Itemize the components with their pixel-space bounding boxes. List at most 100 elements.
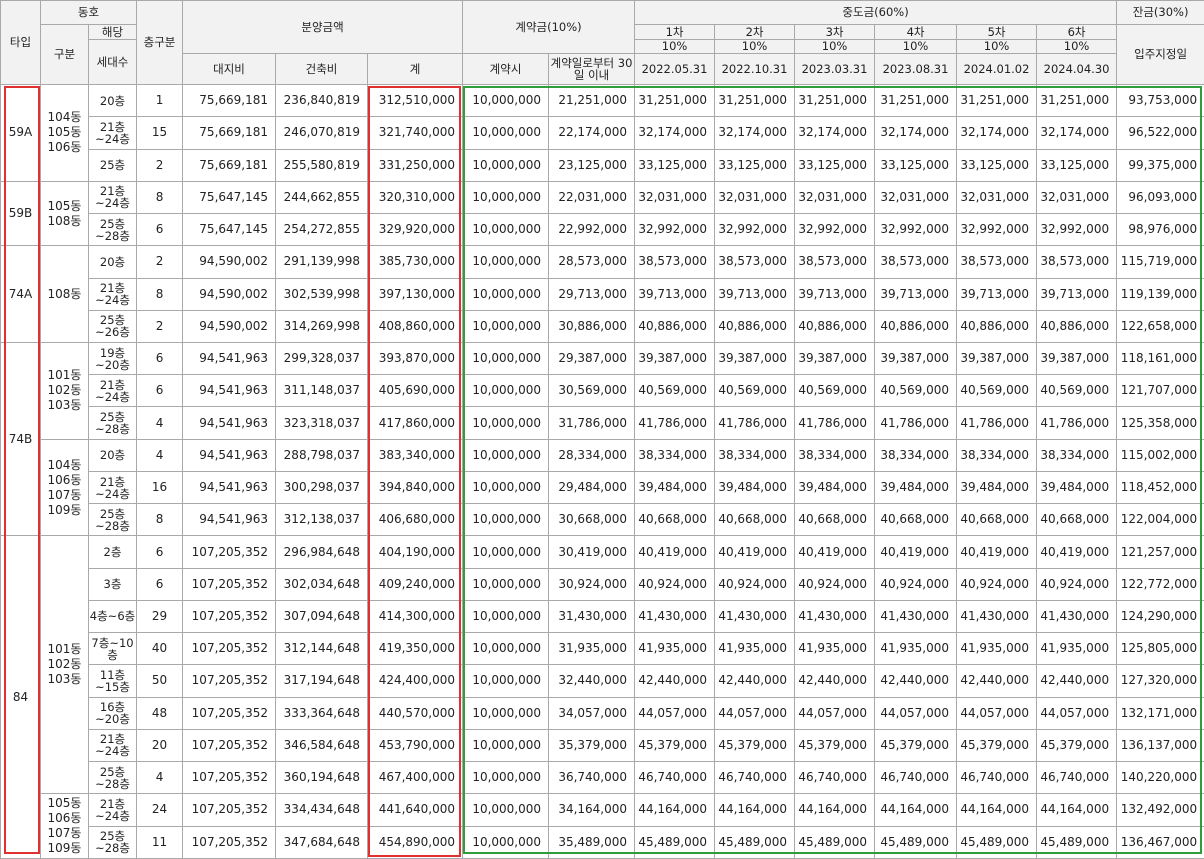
balance-cell: 136,137,000 (1116, 728, 1204, 763)
units-cell: 6 (136, 567, 184, 601)
table-row: 11층~15층 50 107,205,352 317,194,648 424,400,0… (1, 664, 1204, 698)
units-cell: 1 (136, 84, 184, 118)
interim-round-4-cell: 32,174,000 (874, 116, 958, 150)
units-cell: 2 (136, 245, 184, 279)
header-round-5-label: 5차 (956, 24, 1038, 41)
building-price-cell: 246,070,819 (275, 116, 369, 150)
header-building: 건축비 (275, 53, 369, 86)
interim-round-6-cell: 38,334,000 (1036, 438, 1118, 472)
deposit-at-contract-cell: 10,000,000 (462, 84, 550, 118)
building-price-cell: 347,684,648 (275, 825, 369, 859)
deposit-within-30-cell: 28,334,000 (548, 438, 636, 472)
table-row: 25층~28층 6 75,647,145 254,272,855 329,920,000… (1, 213, 1204, 247)
floor-cell: 20층 (87, 438, 138, 472)
interim-round-6-cell: 45,379,000 (1036, 728, 1118, 763)
interim-round-5-cell: 39,387,000 (956, 341, 1038, 376)
balance-cell: 122,658,000 (1116, 309, 1204, 343)
table-row: 21층~24층 16 94,541,963 300,298,037 394,840,00… (1, 470, 1204, 505)
deposit-at-contract-cell: 10,000,000 (462, 374, 550, 408)
building-price-cell: 360,194,648 (275, 761, 369, 795)
interim-round-2-cell: 38,573,000 (714, 245, 796, 279)
total-price-cell: 454,890,000 (367, 825, 464, 859)
deposit-within-30-cell: 30,886,000 (548, 309, 636, 343)
floor-cell: 25층~28층 (87, 503, 138, 537)
total-price-cell: 467,400,000 (367, 761, 464, 795)
interim-round-4-cell: 46,740,000 (874, 761, 958, 795)
sale-price-table: 타입 동호 층구분 분양금액 계약금(10%) 중도금(60%) 잔금(30%)… (0, 0, 1204, 859)
table-row: 25층~28층 4 107,205,352 360,194,648 467,400,00… (1, 761, 1204, 795)
balance-cell: 115,719,000 (1116, 245, 1204, 279)
land-price-cell: 94,590,002 (182, 277, 277, 311)
interim-round-2-cell: 40,419,000 (714, 535, 796, 569)
interim-round-2-cell: 40,569,000 (714, 374, 796, 408)
floor-cell: 21층~24층 (87, 793, 138, 827)
balance-cell: 98,976,000 (1116, 213, 1204, 247)
interim-round-5-cell: 33,125,000 (956, 148, 1038, 182)
table-row: 25층~28층 8 94,541,963 312,138,037 406,680,000… (1, 503, 1204, 537)
balance-cell: 118,452,000 (1116, 470, 1204, 505)
deposit-within-30-cell: 34,164,000 (548, 793, 636, 827)
interim-round-2-cell: 31,251,000 (714, 84, 796, 118)
floor-cell: 2층 (87, 535, 138, 569)
dong-cell: 101동 102동 103동 (40, 341, 89, 440)
interim-round-3-cell: 42,440,000 (794, 664, 876, 698)
deposit-within-30-cell: 30,924,000 (548, 567, 636, 601)
deposit-within-30-cell: 29,713,000 (548, 277, 636, 311)
total-price-cell: 404,190,000 (367, 535, 464, 569)
balance-cell: 127,320,000 (1116, 664, 1204, 698)
table-row: 25층 2 75,669,181 255,580,819 331,250,000 10,0… (1, 148, 1204, 182)
interim-round-3-cell: 40,419,000 (794, 535, 876, 569)
total-price-cell: 393,870,000 (367, 341, 464, 376)
units-cell: 50 (136, 664, 184, 698)
interim-round-4-cell: 33,125,000 (874, 148, 958, 182)
interim-round-3-cell: 38,334,000 (794, 438, 876, 472)
total-price-cell: 440,570,000 (367, 696, 464, 730)
interim-round-4-cell: 39,484,000 (874, 470, 958, 505)
header-type: 타입 (0, 0, 41, 86)
interim-round-6-cell: 40,924,000 (1036, 567, 1118, 601)
building-price-cell: 311,148,037 (275, 374, 369, 408)
total-price-cell: 312,510,000 (367, 84, 464, 118)
total-price-cell: 424,400,000 (367, 664, 464, 698)
interim-round-1-cell: 40,924,000 (634, 567, 716, 601)
interim-round-1-cell: 41,786,000 (634, 406, 716, 440)
header-round-5-date: 2024.01.02 (956, 53, 1038, 86)
floor-cell: 3층 (87, 567, 138, 601)
table-body: 타입 동호 층구분 분양금액 계약금(10%) 중도금(60%) 잔금(30%)… (0, 0, 1204, 859)
interim-round-1-cell: 32,992,000 (634, 213, 716, 247)
interim-round-6-cell: 39,387,000 (1036, 341, 1118, 376)
building-price-cell: 299,328,037 (275, 341, 369, 376)
building-price-cell: 346,584,648 (275, 728, 369, 763)
header-interim: 중도금(60%) (634, 0, 1118, 26)
interim-round-1-cell: 40,668,000 (634, 503, 716, 537)
interim-round-3-cell: 40,668,000 (794, 503, 876, 537)
table-row: 59A 104동 105동 106동 20층 1 75,669,181 236,840,8… (0, 84, 1204, 182)
deposit-at-contract-cell: 10,000,000 (462, 567, 550, 601)
interim-round-4-cell: 40,419,000 (874, 535, 958, 569)
interim-round-5-cell: 44,057,000 (956, 696, 1038, 730)
total-price-cell: 441,640,000 (367, 793, 464, 827)
floor-cell: 25층~28층 (87, 761, 138, 795)
header-deposit-at-contract: 계약시 (462, 53, 550, 86)
interim-round-3-cell: 38,573,000 (794, 245, 876, 279)
header-floor: 층구분 (136, 0, 184, 86)
interim-round-5-cell: 40,569,000 (956, 374, 1038, 408)
interim-round-1-cell: 45,379,000 (634, 728, 716, 763)
interim-round-4-cell: 41,935,000 (874, 632, 958, 666)
land-price-cell: 107,205,352 (182, 825, 277, 859)
deposit-at-contract-cell: 10,000,000 (462, 406, 550, 440)
total-price-cell: 417,860,000 (367, 406, 464, 440)
floor-cell: 25층~26층 (87, 309, 138, 343)
dong-cell: 101동 102동 103동 (40, 535, 89, 795)
interim-round-3-cell: 40,569,000 (794, 374, 876, 408)
header-dong-group: 동호 (39, 0, 138, 26)
deposit-at-contract-cell: 10,000,000 (462, 309, 550, 343)
land-price-cell: 107,205,352 (182, 664, 277, 698)
interim-round-5-cell: 32,992,000 (956, 213, 1038, 247)
interim-round-1-cell: 38,334,000 (634, 438, 716, 472)
interim-round-3-cell: 40,924,000 (794, 567, 876, 601)
header-round-4-date: 2023.08.31 (874, 53, 958, 86)
building-price-cell: 307,094,648 (275, 599, 369, 634)
balance-cell: 93,753,000 (1116, 84, 1204, 118)
interim-round-3-cell: 32,992,000 (794, 213, 876, 247)
